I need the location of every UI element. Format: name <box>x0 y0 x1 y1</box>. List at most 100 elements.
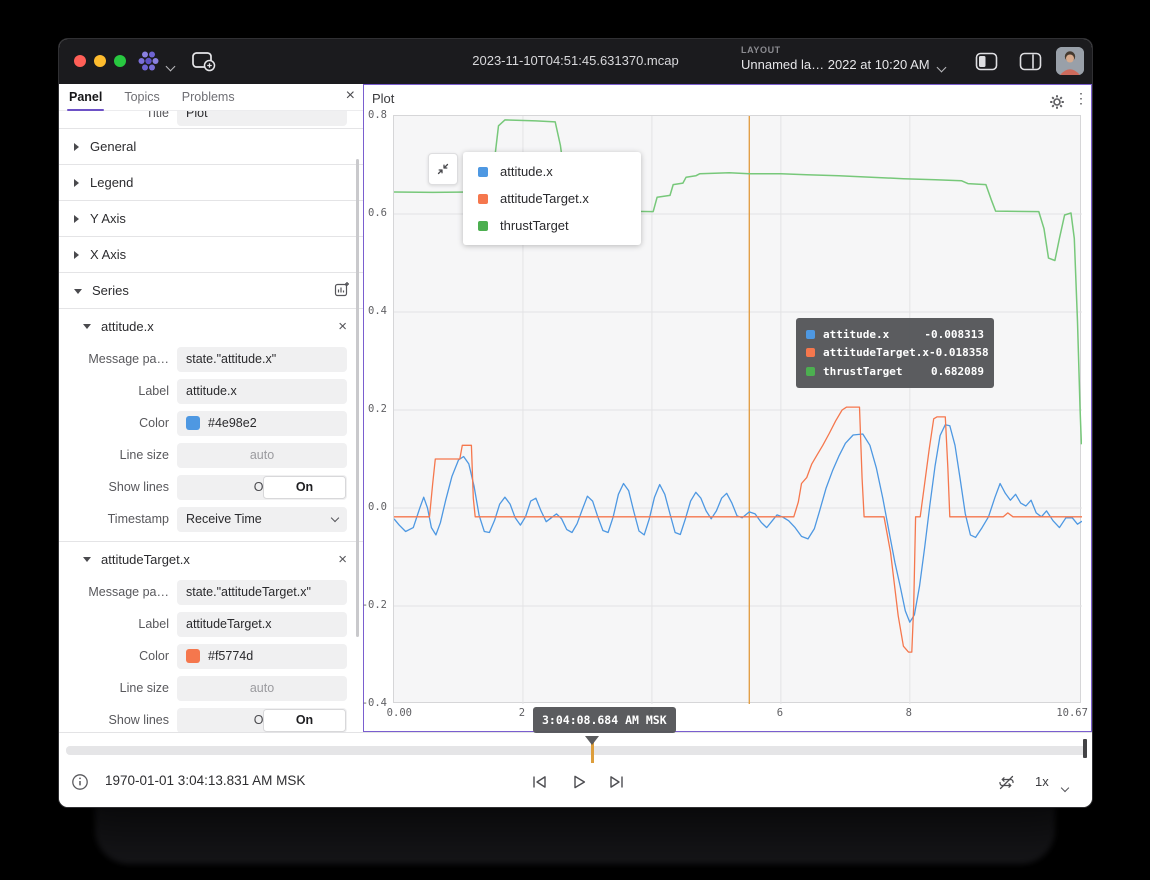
playback-speed-label[interactable]: 1x <box>1035 774 1049 789</box>
line-size-input[interactable]: auto <box>177 443 347 468</box>
remove-series-button[interactable]: × <box>338 318 347 335</box>
seek-start-button[interactable] <box>529 772 549 792</box>
tab-topics[interactable]: Topics <box>124 90 159 104</box>
info-icon[interactable] <box>70 772 90 792</box>
color-label: Color <box>59 649 177 663</box>
section-general[interactable]: General <box>59 129 363 165</box>
line-size-label: Line size <box>59 448 177 462</box>
section-y-axis[interactable]: Y Axis <box>59 201 363 237</box>
show-lines-on-button[interactable]: On <box>263 476 346 499</box>
sidebar-scrollbar[interactable] <box>356 159 360 637</box>
y-tick-label: 0.4 <box>368 305 387 317</box>
line-size-input[interactable]: auto <box>177 676 347 701</box>
label-label: Label <box>59 384 177 398</box>
color-swatch[interactable] <box>186 649 200 663</box>
line-size-label: Line size <box>59 681 177 695</box>
x-tick-label: 8 <box>906 707 912 719</box>
y-tick-label: 0.0 <box>368 501 387 513</box>
message-path-label: Message pa… <box>59 585 177 599</box>
tooltip-series-value: 0.682089 <box>931 365 984 378</box>
left-sidebar-toggle-button[interactable] <box>975 52 998 76</box>
color-input[interactable]: #f5774d <box>177 644 347 669</box>
title-input[interactable]: Plot <box>177 111 347 126</box>
legend-swatch <box>478 167 488 177</box>
layout-label: LAYOUT <box>741 45 941 55</box>
y-tick-label: 0.6 <box>368 207 387 219</box>
message-path-input[interactable]: state."attitudeTarget.x" <box>177 580 347 605</box>
show-lines-on-button[interactable]: On <box>263 709 346 732</box>
right-sidebar-toggle-button[interactable] <box>1019 52 1042 76</box>
title-field-label: Title <box>59 111 177 120</box>
series-editor-header[interactable]: attitude.x × <box>59 309 363 343</box>
legend-item[interactable]: thrustTarget <box>463 212 641 239</box>
speed-chevron-down-icon[interactable] <box>1062 778 1068 796</box>
legend-item[interactable]: attitude.x <box>463 158 641 185</box>
seek-end-button[interactable] <box>606 772 626 792</box>
chart[interactable]: attitude.xattitudeTarget.xthrustTarget a… <box>393 115 1081 703</box>
plot-legend: attitude.x attitudeTarget.xthrustTarget <box>463 152 641 245</box>
legend-collapse-button[interactable] <box>428 153 458 185</box>
show-lines-toggle: Off On <box>177 708 347 733</box>
chevron-right-icon <box>74 179 79 187</box>
plot-panel[interactable]: Plot ⋮ 0.8 0.6 0.4 0.2 0.0 -0.2 -0.4 attitude.… <box>363 84 1092 732</box>
x-tick-label: 10.67 <box>1056 707 1088 719</box>
timestamp-select[interactable]: Receive Time <box>177 507 347 532</box>
color-swatch[interactable] <box>186 416 200 430</box>
playhead-end-marker[interactable] <box>1083 739 1087 758</box>
show-lines-label: Show lines <box>59 713 177 727</box>
y-tick-label: 0.2 <box>368 403 387 415</box>
plot-panel-title: Plot <box>372 91 394 106</box>
y-tick-label: -0.2 <box>362 599 387 611</box>
series-editor-header[interactable]: attitudeTarget.x × <box>59 542 363 576</box>
timestamp-label: Timestamp <box>59 512 177 526</box>
tooltip-series-name: attitude.x <box>823 328 889 341</box>
value-tooltip: attitude.x-0.008313attitudeTarget.x-0.01… <box>796 318 994 388</box>
label-input[interactable]: attitude.x <box>177 379 347 404</box>
close-sidebar-button[interactable]: × <box>346 87 355 105</box>
x-axis-labels: 0.00246810.67 <box>393 707 1083 721</box>
legend-swatch <box>478 194 488 204</box>
app-window: 2023-11-10T04:51:45.631370.mcap LAYOUT U… <box>58 38 1093 808</box>
tooltip-row: attitudeTarget.x-0.018358 <box>806 344 984 363</box>
user-avatar[interactable] <box>1056 47 1084 75</box>
chevron-down-icon <box>74 289 82 294</box>
layout-name-button[interactable]: Unnamed la… 2022 at 10:20 AM <box>741 57 941 72</box>
repeat-off-icon[interactable] <box>996 772 1016 792</box>
series-editor-attitude-x: attitude.x × Message pa…state."attitude.… <box>59 309 363 542</box>
label-input[interactable]: attitudeTarget.x <box>177 612 347 637</box>
tooltip-swatch <box>806 367 815 376</box>
series-editor-attitude-target-x: attitudeTarget.x × Message pa…state."att… <box>59 542 363 732</box>
timeline-hover-handle[interactable] <box>591 742 594 763</box>
timeline-track[interactable] <box>66 746 1086 755</box>
layout-chevron-down-icon[interactable] <box>938 58 945 76</box>
chevron-right-icon <box>74 251 79 259</box>
tab-problems[interactable]: Problems <box>182 90 235 104</box>
section-legend[interactable]: Legend <box>59 165 363 201</box>
chevron-right-icon <box>74 143 79 151</box>
panel-menu-kebab-icon[interactable]: ⋮ <box>1074 90 1088 107</box>
tooltip-swatch <box>806 348 815 357</box>
y-tick-label: 0.8 <box>368 109 387 121</box>
color-input[interactable]: #4e98e2 <box>177 411 347 436</box>
tooltip-series-value: -0.018358 <box>929 346 989 359</box>
y-tick-label: -0.4 <box>362 697 387 709</box>
legend-item[interactable]: attitudeTarget.x <box>463 185 641 212</box>
panel-settings-gear-icon[interactable] <box>1049 94 1065 115</box>
legend-label: attitude.x <box>500 164 553 179</box>
playback-timestamp: 1970-01-01 3:04:13.831 AM MSK <box>105 773 305 788</box>
message-path-label: Message pa… <box>59 352 177 366</box>
titlebar: 2023-11-10T04:51:45.631370.mcap LAYOUT U… <box>59 39 1092 84</box>
section-x-axis[interactable]: X Axis <box>59 237 363 273</box>
remove-series-button[interactable]: × <box>338 551 347 568</box>
add-series-button[interactable] <box>334 281 350 300</box>
sidebar-scroll-area[interactable]: Title Plot General Legend Y Axis X Axis … <box>59 111 363 732</box>
play-button[interactable] <box>569 772 589 792</box>
message-path-input[interactable]: state."attitude.x" <box>177 347 347 372</box>
tooltip-series-name: attitudeTarget.x <box>823 346 929 359</box>
tooltip-swatch <box>806 330 815 339</box>
section-series[interactable]: Series <box>59 273 363 309</box>
tab-panel[interactable]: Panel <box>69 90 102 104</box>
x-tick-label: 6 <box>777 707 783 719</box>
chevron-down-icon <box>331 513 339 521</box>
scrub-hover-tooltip: 3:04:08.684 AM MSK <box>533 707 676 733</box>
